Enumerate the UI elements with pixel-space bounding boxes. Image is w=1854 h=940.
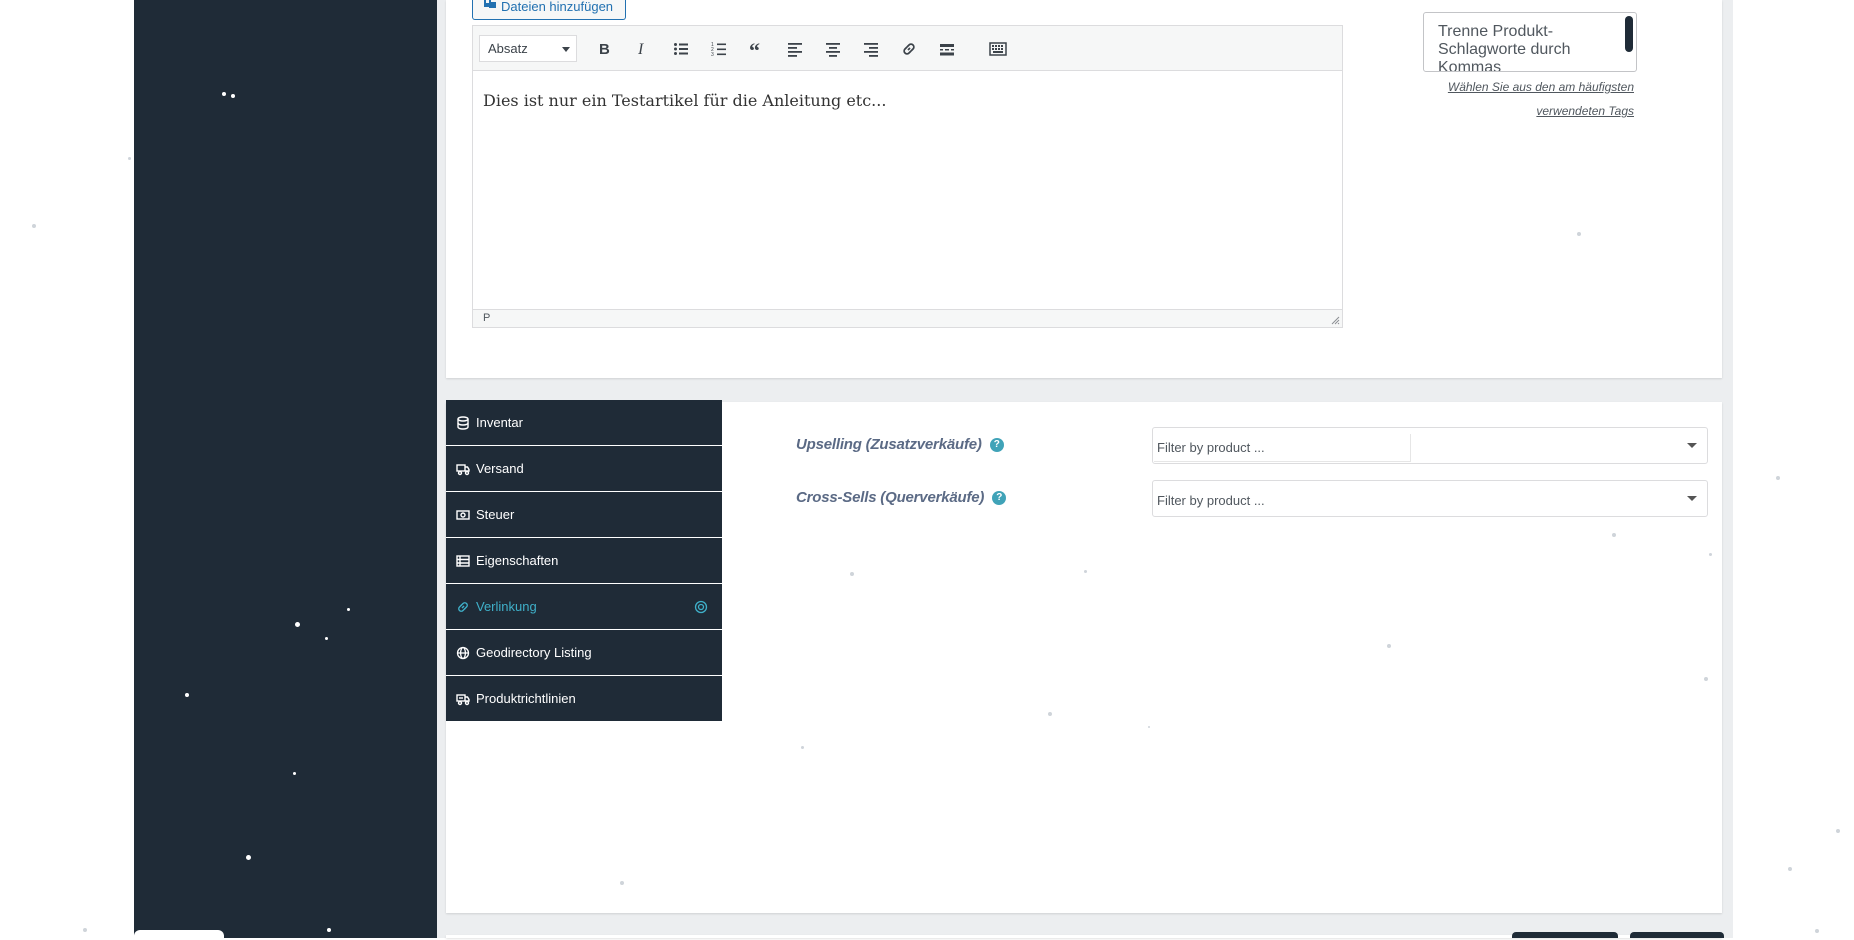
italic-icon: I	[637, 41, 644, 57]
align-left-icon	[788, 43, 802, 57]
crosssells-select[interactable]: Filter by product ...	[1152, 480, 1708, 517]
numbered-list-icon: 1 2 3	[711, 42, 726, 57]
svg-text:“: “	[749, 41, 760, 57]
resize-handle-icon[interactable]	[1330, 315, 1340, 325]
globe-icon	[456, 646, 470, 659]
help-icon[interactable]: ?	[989, 438, 1004, 453]
read-more-button[interactable]	[933, 35, 961, 63]
read-more-icon	[940, 44, 954, 56]
media-icon	[484, 0, 496, 8]
italic-button[interactable]: I	[628, 35, 656, 63]
help-icon[interactable]: ?	[992, 491, 1007, 506]
sidebar-collapse-tab[interactable]	[134, 930, 224, 940]
tab-label: Steuer	[476, 507, 515, 522]
upsells-label-text: Upselling (Zusatzverkäufe)	[796, 436, 982, 453]
tab-label: Verlinkung	[476, 599, 537, 614]
align-right-button[interactable]	[857, 35, 885, 63]
money-icon	[456, 509, 470, 520]
product-data-tabs: Inventar Versand Steuer Eigenschaften Ve…	[446, 400, 722, 722]
blockquote-icon: “	[749, 41, 760, 57]
choose-tags-link[interactable]: Wählen Sie aus den am häufigsten verwend…	[1410, 75, 1634, 123]
editor-toolbar: Absatz B I 1 2 3 “	[473, 26, 1342, 71]
chevron-down-icon[interactable]	[1687, 496, 1697, 501]
admin-sidebar	[134, 0, 437, 938]
tab-label: Eigenschaften	[476, 553, 559, 568]
footer-button-right[interactable]	[1630, 932, 1724, 938]
editor-content[interactable]: Dies ist nur ein Testartikel für die Anl…	[473, 71, 1342, 309]
tags-input[interactable]: Trenne Produkt-Schlagworte durch Kommas	[1423, 12, 1637, 72]
tab-product-policies[interactable]: Produktrichtlinien	[446, 676, 722, 722]
chevron-down-icon[interactable]	[1687, 443, 1697, 448]
shipping-policy-icon	[456, 693, 470, 705]
tab-linked-products[interactable]: Verlinkung	[446, 584, 722, 630]
crosssells-field-label: Cross-Sells (Querverkäufe) ?	[796, 489, 1007, 506]
tab-shipping[interactable]: Versand	[446, 446, 722, 492]
tab-label: Produktrichtlinien	[476, 691, 576, 706]
truck-icon	[456, 463, 470, 475]
editor-statusbar: P	[473, 309, 1342, 327]
blockquote-button[interactable]: “	[743, 35, 771, 63]
upsells-field-label: Upselling (Zusatzverkäufe) ?	[796, 436, 1004, 453]
add-media-button[interactable]: Dateien hinzufügen	[472, 0, 626, 20]
bold-button[interactable]: B	[590, 35, 618, 63]
format-select[interactable]: Absatz	[479, 35, 577, 62]
link-icon	[458, 601, 468, 612]
tags-scrollbar[interactable]	[1625, 16, 1633, 52]
tab-label: Versand	[476, 461, 524, 476]
add-media-label: Dateien hinzufügen	[501, 0, 614, 14]
target-icon	[694, 600, 708, 614]
bullet-list-icon	[674, 43, 688, 55]
svg-text:B: B	[599, 41, 610, 57]
align-center-button[interactable]	[819, 35, 847, 63]
editor-text: Dies ist nur ein Testartikel für die Anl…	[483, 91, 887, 110]
toolbar-toggle-button[interactable]	[984, 35, 1012, 63]
tab-label: Inventar	[476, 415, 523, 430]
database-icon	[457, 415, 469, 430]
toolbar-toggle-icon	[989, 42, 1007, 56]
tab-attributes[interactable]: Eigenschaften	[446, 538, 722, 584]
description-editor: Absatz B I 1 2 3 “ Dies ist nur ein Test…	[472, 25, 1343, 328]
crosssells-label-text: Cross-Sells (Querverkäufe)	[796, 489, 985, 506]
tab-inventory[interactable]: Inventar	[446, 400, 722, 446]
crosssells-placeholder: Filter by product ...	[1157, 493, 1265, 508]
footer-button-left[interactable]	[1512, 932, 1618, 938]
align-center-icon	[826, 43, 840, 57]
svg-text:3: 3	[711, 52, 714, 57]
link-button[interactable]	[895, 35, 923, 63]
editor-path[interactable]: P	[483, 312, 490, 324]
format-select-value: Absatz	[488, 41, 528, 56]
bullet-list-button[interactable]	[667, 35, 695, 63]
upsells-placeholder: Filter by product ...	[1157, 440, 1265, 455]
align-right-icon	[864, 43, 878, 57]
tags-placeholder: Trenne Produkt-Schlagworte durch Kommas	[1438, 23, 1571, 72]
tab-label: Geodirectory Listing	[476, 645, 592, 660]
upsells-select[interactable]: Filter by product ...	[1152, 427, 1708, 464]
chevron-down-icon	[562, 47, 570, 52]
tab-geodirectory-listing[interactable]: Geodirectory Listing	[446, 630, 722, 676]
svg-text:I: I	[637, 41, 644, 57]
bold-icon: B	[599, 41, 610, 57]
list-icon	[456, 554, 470, 567]
numbered-list-button[interactable]: 1 2 3	[705, 35, 733, 63]
align-left-button[interactable]	[781, 35, 809, 63]
tab-tax[interactable]: Steuer	[446, 492, 722, 538]
link-icon	[903, 43, 915, 55]
